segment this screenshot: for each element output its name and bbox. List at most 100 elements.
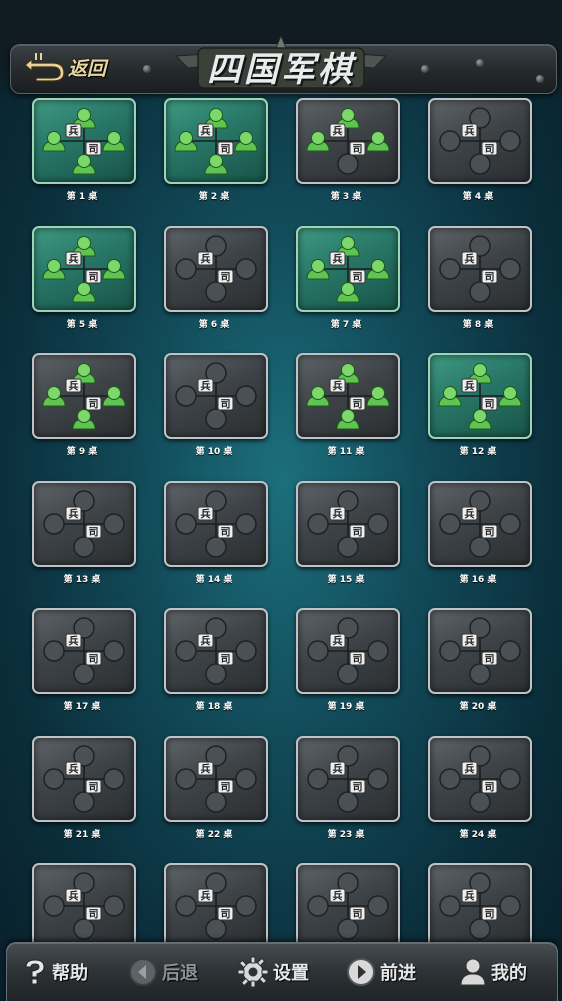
table-tile[interactable]: 兵司 — [32, 736, 136, 822]
table-cell[interactable]: 兵司第 20 桌 — [428, 608, 532, 724]
table-cell[interactable]: 兵司第 18 桌 — [164, 608, 268, 724]
rivet — [143, 65, 151, 73]
table-tile[interactable]: 兵司 — [32, 608, 136, 694]
table-cell[interactable]: 兵司第 19 桌 — [296, 608, 400, 724]
commander-label: 司 — [485, 399, 495, 411]
table-tile[interactable]: 兵司 — [428, 226, 532, 312]
table-cell[interactable]: 兵司第 14 桌 — [164, 481, 268, 597]
rivet — [476, 59, 484, 67]
commander-label: 司 — [353, 144, 363, 156]
table-tile[interactable]: 兵司 — [428, 481, 532, 567]
settings-button[interactable]: 设置 — [237, 956, 309, 988]
table-tile[interactable]: 兵司 — [428, 736, 532, 822]
empty-seat-icon — [439, 513, 461, 535]
empty-seat-icon — [73, 663, 95, 685]
soldier-label: 兵 — [333, 253, 343, 266]
back-button[interactable]: 返回 — [22, 52, 106, 82]
soldier-label: 兵 — [69, 508, 79, 521]
table-label: 第 14 桌 — [195, 575, 233, 585]
table-tile[interactable]: 兵司 — [428, 353, 532, 439]
table-cell[interactable]: 兵司第 24 桌 — [428, 736, 532, 852]
commander-label: 司 — [485, 272, 495, 284]
soldier-label: 兵 — [333, 508, 343, 521]
soldier-label: 兵 — [465, 125, 475, 138]
empty-seat-icon — [103, 640, 125, 662]
table-tile[interactable]: 兵司 — [164, 608, 268, 694]
empty-seat-icon — [337, 918, 359, 940]
table-tile[interactable]: 兵司 — [296, 863, 400, 949]
commander-label: 司 — [221, 399, 231, 411]
table-tile[interactable]: 兵司 — [32, 481, 136, 567]
empty-seat-icon — [499, 130, 521, 152]
player-icon — [468, 409, 492, 430]
empty-seat-icon — [499, 895, 521, 917]
table-cell[interactable]: 兵司第 2 桌 — [164, 98, 268, 214]
table-label: 第 12 桌 — [459, 447, 497, 457]
soldier-label: 兵 — [333, 380, 343, 393]
table-cell[interactable]: 兵司第 21 桌 — [32, 736, 136, 852]
table-cell[interactable]: 兵司第 17 桌 — [32, 608, 136, 724]
empty-seat-icon — [73, 918, 95, 940]
soldier-label: 兵 — [69, 253, 79, 266]
table-diagram: 兵司 — [306, 108, 390, 175]
table-cell[interactable]: 兵司第 12 桌 — [428, 353, 532, 469]
table-label: 第 15 桌 — [327, 575, 365, 585]
empty-seat-icon — [367, 513, 389, 535]
table-tile[interactable]: 兵司 — [164, 226, 268, 312]
table-tile[interactable]: 兵司 — [32, 353, 136, 439]
table-tile[interactable]: 兵司 — [296, 608, 400, 694]
table-cell[interactable]: 兵司第 4 桌 — [428, 98, 532, 214]
table-tile[interactable]: 兵司 — [296, 353, 400, 439]
profile-label: 我的 — [491, 963, 527, 984]
empty-seat-icon — [43, 640, 65, 662]
table-cell[interactable]: 兵司第 16 桌 — [428, 481, 532, 597]
table-tile[interactable]: 兵司 — [296, 98, 400, 184]
table-cell[interactable]: 兵司第 11 桌 — [296, 353, 400, 469]
table-cell[interactable]: 兵司第 22 桌 — [164, 736, 268, 852]
table-tile[interactable]: 兵司 — [164, 863, 268, 949]
table-cell[interactable]: 兵司第 23 桌 — [296, 736, 400, 852]
commander-label: 司 — [89, 272, 99, 284]
table-cell[interactable]: 兵司第 7 桌 — [296, 226, 400, 342]
table-cell[interactable]: 兵司第 9 桌 — [32, 353, 136, 469]
commander-label: 司 — [353, 527, 363, 539]
table-tile[interactable]: 兵司 — [296, 736, 400, 822]
commander-label: 司 — [485, 782, 495, 794]
empty-seat-icon — [235, 385, 257, 407]
table-tile[interactable]: 兵司 — [164, 736, 268, 822]
table-tile[interactable]: 兵司 — [32, 226, 136, 312]
table-tile[interactable]: 兵司 — [164, 481, 268, 567]
table-tile[interactable]: 兵司 — [296, 481, 400, 567]
table-tile[interactable]: 兵司 — [164, 98, 268, 184]
forward-nav-button[interactable]: 前进 — [346, 956, 416, 988]
empty-seat-icon — [307, 895, 329, 917]
commander-label: 司 — [221, 782, 231, 794]
profile-button[interactable]: 我的 — [459, 956, 527, 988]
soldier-label: 兵 — [465, 763, 475, 776]
table-tile[interactable]: 兵司 — [164, 353, 268, 439]
help-label: 帮助 — [52, 963, 88, 984]
empty-seat-icon — [235, 640, 257, 662]
empty-seat-icon — [439, 640, 461, 662]
table-cell[interactable]: 兵司第 13 桌 — [32, 481, 136, 597]
back-arrow-icon — [129, 958, 157, 986]
table-tile[interactable]: 兵司 — [32, 98, 136, 184]
table-cell[interactable]: 兵司第 5 桌 — [32, 226, 136, 342]
back-nav-label: 后退 — [162, 963, 198, 984]
table-cell[interactable]: 兵司第 10 桌 — [164, 353, 268, 469]
table-tile[interactable]: 兵司 — [296, 226, 400, 312]
table-cell[interactable]: 兵司第 1 桌 — [32, 98, 136, 214]
table-tile[interactable]: 兵司 — [428, 863, 532, 949]
table-cell[interactable]: 兵司第 15 桌 — [296, 481, 400, 597]
table-tile[interactable]: 兵司 — [428, 98, 532, 184]
back-nav-button[interactable]: 后退 — [128, 956, 198, 988]
empty-seat-icon — [175, 640, 197, 662]
table-cell[interactable]: 兵司第 6 桌 — [164, 226, 268, 342]
table-diagram: 兵司 — [439, 872, 521, 940]
help-button[interactable]: 帮助 — [22, 956, 88, 988]
table-tile[interactable]: 兵司 — [32, 863, 136, 949]
commander-label: 司 — [221, 909, 231, 921]
table-cell[interactable]: 兵司第 3 桌 — [296, 98, 400, 214]
table-tile[interactable]: 兵司 — [428, 608, 532, 694]
table-cell[interactable]: 兵司第 8 桌 — [428, 226, 532, 342]
